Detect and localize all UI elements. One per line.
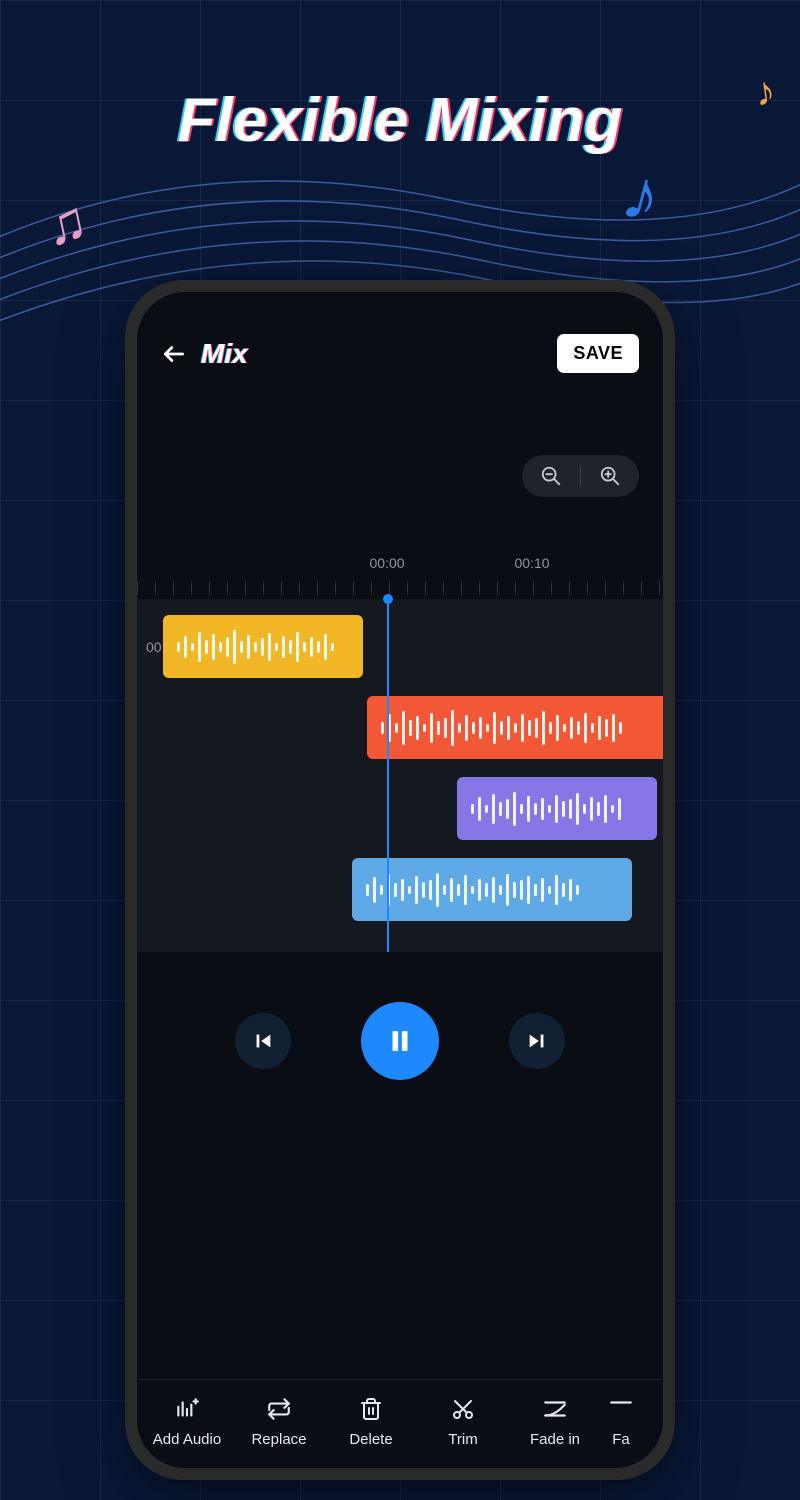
zoom-in-button[interactable] <box>599 465 621 487</box>
timeline-area[interactable]: 00:00 00:10 00: <box>137 555 663 1379</box>
trash-icon <box>359 1396 383 1422</box>
audio-clip[interactable] <box>352 858 632 921</box>
bottom-toolbar: Add Audio Replace <box>137 1379 663 1468</box>
pause-button[interactable] <box>361 1002 439 1080</box>
tracks-container: 00: <box>137 599 663 952</box>
audio-clip[interactable] <box>163 615 363 678</box>
tool-label: Fade in <box>530 1431 580 1448</box>
audio-clip[interactable] <box>367 696 663 759</box>
phone-mockup-frame: Mix SAVE <box>125 280 675 1480</box>
tool-label: Fa <box>612 1431 630 1448</box>
replace-button[interactable]: Replace <box>233 1396 325 1448</box>
zoom-controls <box>522 455 639 497</box>
track-row <box>137 777 663 840</box>
track-row <box>137 858 663 921</box>
add-audio-button[interactable]: Add Audio <box>141 1396 233 1448</box>
next-button[interactable] <box>509 1013 565 1069</box>
delete-button[interactable]: Delete <box>325 1396 417 1448</box>
headline-text: Flexible Mixing <box>0 0 800 156</box>
playback-controls <box>137 952 663 1120</box>
time-ruler-ticks <box>137 581 663 599</box>
app-screen: Mix SAVE <box>137 292 663 1468</box>
fade-out-icon <box>608 1396 634 1422</box>
fade-out-button-partial[interactable]: Fa <box>601 1396 641 1448</box>
tool-label: Trim <box>448 1431 477 1448</box>
save-button[interactable]: SAVE <box>557 334 639 373</box>
scissors-icon <box>451 1396 475 1422</box>
zoom-out-button[interactable] <box>540 465 562 487</box>
app-header: Mix SAVE <box>137 292 663 385</box>
waveform-icon <box>381 696 622 759</box>
tool-label: Add Audio <box>153 1431 221 1448</box>
trim-button[interactable]: Trim <box>417 1396 509 1448</box>
waveform-icon <box>471 777 621 840</box>
tool-label: Replace <box>251 1431 306 1448</box>
track-row <box>137 696 663 759</box>
time-marker: 00:00 <box>369 555 404 571</box>
audio-clip[interactable] <box>457 777 657 840</box>
add-audio-icon <box>174 1396 200 1422</box>
fade-in-icon <box>542 1396 568 1422</box>
waveform-icon <box>177 615 334 678</box>
divider <box>580 466 581 486</box>
fade-in-button[interactable]: Fade in <box>509 1396 601 1448</box>
replace-icon <box>266 1396 292 1422</box>
previous-button[interactable] <box>235 1013 291 1069</box>
track-row: 00: <box>137 615 663 678</box>
playhead[interactable] <box>387 599 389 952</box>
time-marker: 00:10 <box>514 555 549 571</box>
waveform-icon <box>366 858 579 921</box>
back-button[interactable] <box>161 341 187 367</box>
tool-label: Delete <box>349 1431 392 1448</box>
page-title: Mix <box>201 338 248 370</box>
time-ruler-labels: 00:00 00:10 <box>137 555 663 575</box>
